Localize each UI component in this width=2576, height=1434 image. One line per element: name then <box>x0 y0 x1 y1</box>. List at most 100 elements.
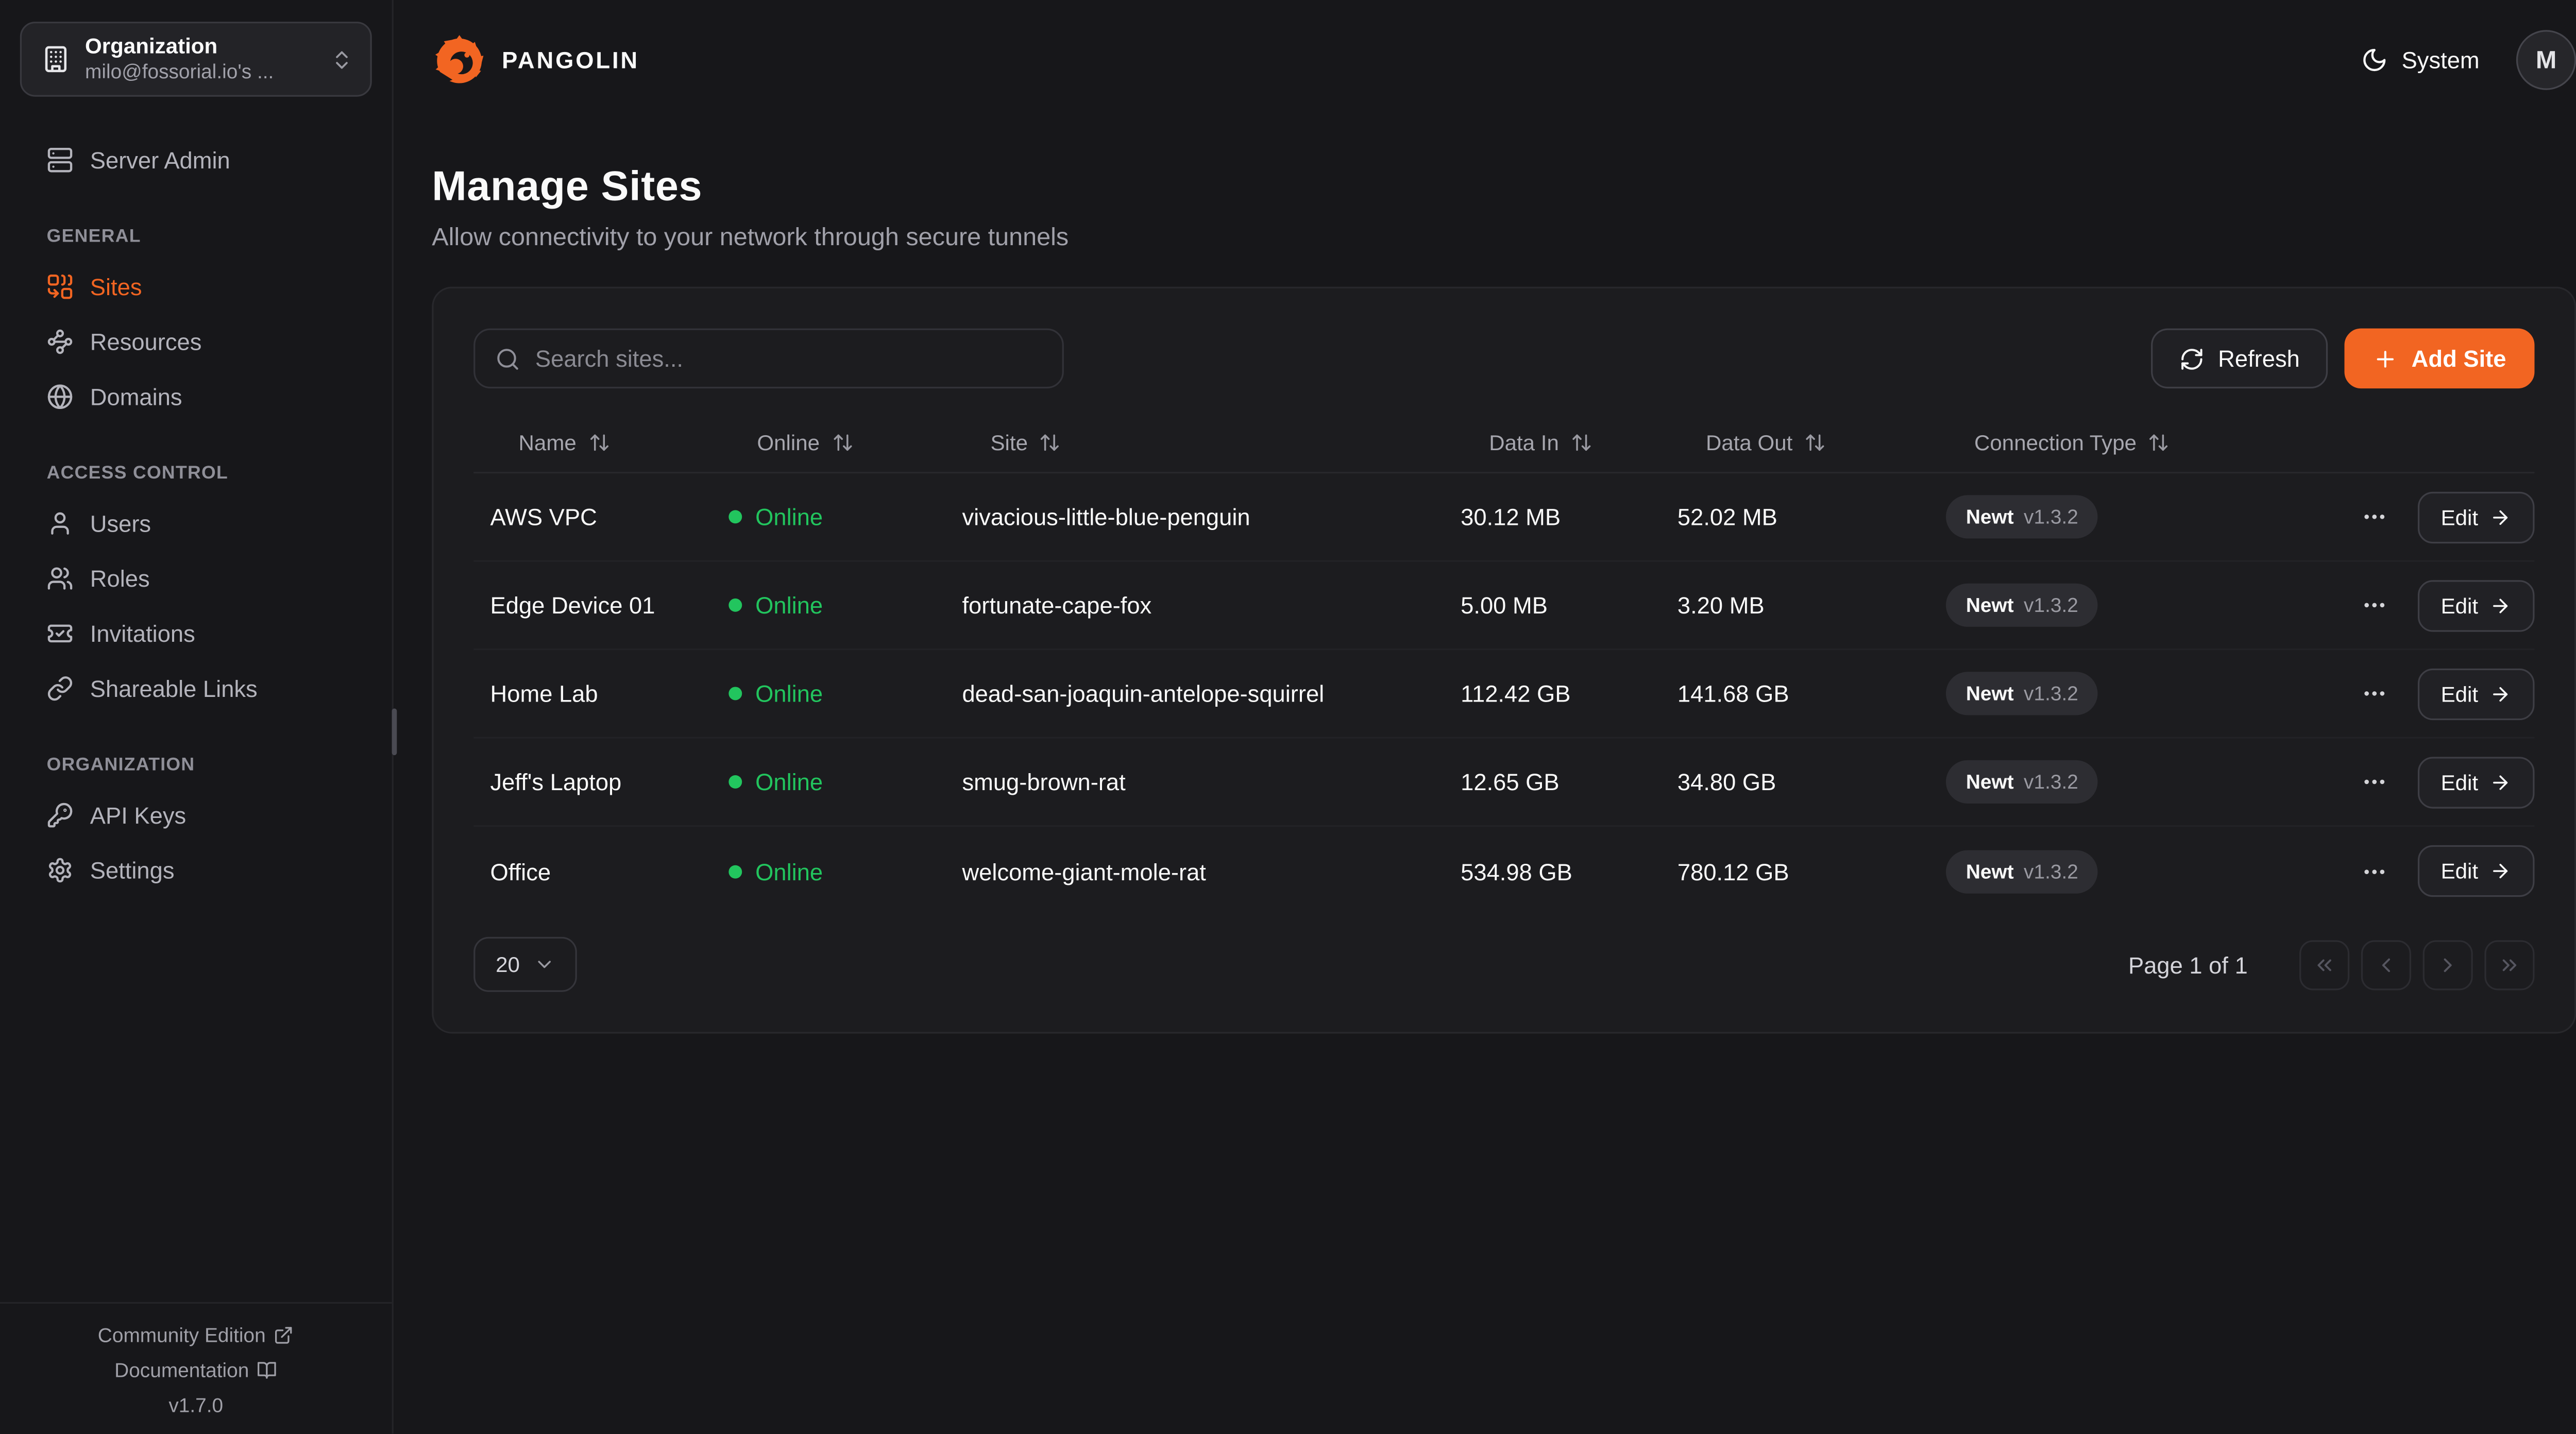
column-header-name[interactable]: Name <box>490 430 729 455</box>
next-page-button[interactable] <box>2423 940 2473 989</box>
chevrons-left-icon <box>2313 953 2336 976</box>
community-edition-link[interactable]: Community Edition <box>98 1324 294 1347</box>
page-subtitle: Allow connectivity to your network throu… <box>432 224 2576 252</box>
sidebar-item-api-keys[interactable]: API Keys <box>20 789 372 842</box>
sort-icon <box>1804 432 1826 453</box>
app-root: Organization milo@fossorial.io's ... Ser… <box>0 0 2576 1433</box>
waypoints-icon <box>47 329 74 355</box>
ellipsis-icon <box>2361 858 2388 884</box>
page-size-select[interactable]: 20 <box>473 937 577 992</box>
column-header-label: Online <box>757 430 820 455</box>
sidebar-item-settings[interactable]: Settings <box>20 844 372 897</box>
brand-logo[interactable]: PANGOLIN <box>432 32 639 88</box>
documentation-link[interactable]: Documentation <box>114 1359 277 1382</box>
connection-type-name: Newt <box>1966 593 2014 617</box>
page-size-value: 20 <box>496 952 520 977</box>
edit-button[interactable]: Edit <box>2418 668 2535 719</box>
sidebar-item-users[interactable]: Users <box>20 497 372 550</box>
edit-label: Edit <box>2441 859 2479 884</box>
edit-button[interactable]: Edit <box>2418 845 2535 897</box>
online-label: Online <box>755 503 823 530</box>
sidebar-item-server-admin[interactable]: Server Admin <box>20 133 372 187</box>
sidebar-item-label: Users <box>90 510 151 537</box>
key-icon <box>47 802 74 829</box>
sidebar-item-label: Shareable Links <box>90 675 258 702</box>
theme-toggle[interactable]: System <box>2362 47 2480 74</box>
refresh-label: Refresh <box>2218 345 2300 372</box>
edit-button[interactable]: Edit <box>2418 491 2535 542</box>
sidebar-item-roles[interactable]: Roles <box>20 552 372 605</box>
combine-icon <box>47 274 74 300</box>
refresh-button[interactable]: Refresh <box>2151 329 2328 389</box>
topbar-right: System M <box>2362 30 2576 90</box>
online-status-cell: Online <box>728 858 962 884</box>
prev-page-button[interactable] <box>2361 940 2411 989</box>
edit-button[interactable]: Edit <box>2418 756 2535 808</box>
topbar: PANGOLIN System M <box>394 0 2576 120</box>
first-page-button[interactable] <box>2299 940 2349 989</box>
sidebar-item-label: Domains <box>90 383 182 410</box>
row-menu-button[interactable] <box>2354 762 2395 802</box>
arrow-right-icon <box>2490 860 2512 882</box>
row-menu-button[interactable] <box>2354 585 2395 625</box>
edit-label: Edit <box>2441 593 2479 618</box>
column-header-online[interactable]: Online <box>728 430 962 455</box>
plus-icon <box>2373 346 2398 371</box>
edit-label: Edit <box>2441 504 2479 530</box>
data-in-cell: 534.98 GB <box>1461 858 1677 884</box>
data-in-cell: 30.12 MB <box>1461 503 1677 530</box>
site-slug-cell: smug-brown-rat <box>962 769 1461 795</box>
sidebar-item-domains[interactable]: Domains <box>20 370 372 424</box>
add-site-button[interactable]: Add Site <box>2345 329 2534 389</box>
row-menu-button[interactable] <box>2354 674 2395 714</box>
sidebar-item-label: Settings <box>90 857 175 884</box>
sidebar-item-label: API Keys <box>90 802 186 829</box>
ticket-check-icon <box>47 620 74 647</box>
row-actions: Edit <box>2354 579 2535 631</box>
add-site-label: Add Site <box>2412 345 2506 372</box>
sidebar-item-shareable-links[interactable]: Shareable Links <box>20 662 372 715</box>
online-dot <box>728 864 742 878</box>
connection-type-badge: Newt v1.3.2 <box>1946 584 2098 627</box>
column-header-data-in[interactable]: Data In <box>1461 430 1677 455</box>
online-status-cell: Online <box>728 680 962 707</box>
site-name-cell: Jeff's Laptop <box>490 769 729 795</box>
connection-type-badge: Newt v1.3.2 <box>1946 672 2098 715</box>
column-header-data-out[interactable]: Data Out <box>1677 430 1946 455</box>
search-input[interactable] <box>535 345 1042 372</box>
sidebar-item-resources[interactable]: Resources <box>20 315 372 369</box>
org-selector[interactable]: Organization milo@fossorial.io's ... <box>20 22 372 97</box>
page-header: Manage Sites Allow connectivity to your … <box>394 120 2576 252</box>
chevron-right-icon <box>2436 953 2460 976</box>
arrow-right-icon <box>2490 594 2512 616</box>
org-selector-value: milo@fossorial.io's ... <box>85 60 315 86</box>
connection-type-cell: Newt v1.3.2 <box>1946 760 2354 804</box>
row-actions: Edit <box>2354 845 2535 897</box>
edit-button[interactable]: Edit <box>2418 579 2535 631</box>
sidebar-scrollbar-thumb[interactable] <box>392 709 397 756</box>
book-open-icon <box>258 1360 278 1380</box>
sidebar-item-label: Roles <box>90 565 150 592</box>
connection-type-badge: Newt v1.3.2 <box>1946 495 2098 538</box>
row-actions: Edit <box>2354 668 2535 719</box>
arrow-right-icon <box>2490 682 2512 704</box>
data-out-cell: 52.02 MB <box>1677 503 1946 530</box>
sidebar-item-invitations[interactable]: Invitations <box>20 607 372 660</box>
avatar[interactable]: M <box>2516 30 2576 90</box>
building-icon <box>42 45 70 73</box>
column-header-connection-type[interactable]: Connection Type <box>1946 430 2534 455</box>
connection-type-version: v1.3.2 <box>2024 593 2078 617</box>
sidebar-item-sites[interactable]: Sites <box>20 260 372 314</box>
column-header-site[interactable]: Site <box>962 430 1461 455</box>
gear-icon <box>47 857 74 884</box>
last-page-button[interactable] <box>2484 940 2534 989</box>
row-menu-button[interactable] <box>2354 497 2395 537</box>
site-slug-cell: vivacious-little-blue-penguin <box>962 503 1461 530</box>
sidebar-item-label: Server Admin <box>90 147 230 174</box>
sort-icon <box>588 432 609 453</box>
data-out-cell: 780.12 GB <box>1677 858 1946 884</box>
online-label: Online <box>755 769 823 795</box>
sidebar-item-label: Invitations <box>90 620 195 647</box>
online-dot <box>728 687 742 700</box>
row-menu-button[interactable] <box>2354 851 2395 891</box>
